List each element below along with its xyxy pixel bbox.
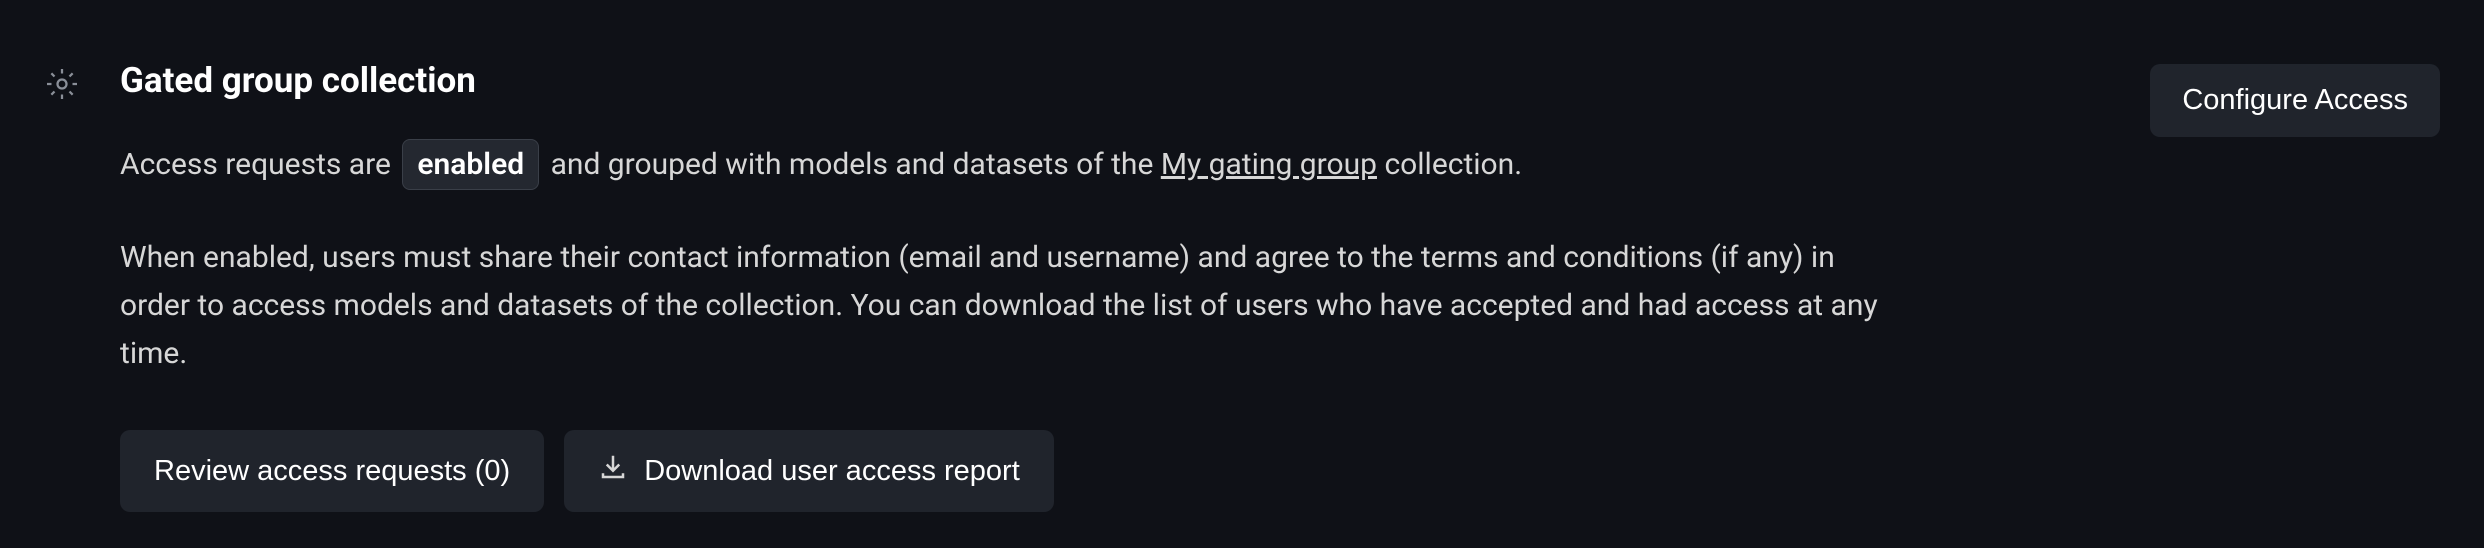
download-report-label: Download user access report [644,455,1020,488]
gating-group-link[interactable]: My gating group [1161,147,1377,182]
review-access-button[interactable]: Review access requests (0) [120,430,544,512]
page-title: Gated group collection [120,60,476,101]
gate-icon [44,87,80,106]
download-report-button[interactable]: Download user access report [564,430,1054,512]
status-mid: and grouped with models and datasets of … [551,147,1154,182]
header-row: Gated group collection [120,60,1880,101]
configure-access-button[interactable]: Configure Access [2150,64,2440,137]
review-access-label: Review access requests (0) [154,455,510,488]
description-text: When enabled, users must share their con… [120,234,1880,378]
configure-access-label: Configure Access [2182,84,2408,116]
gated-group-panel: Gated group collection Access requests a… [44,60,2440,512]
content-column: Gated group collection Access requests a… [120,60,1880,512]
gate-icon-col [44,60,80,512]
status-suffix: collection. [1384,147,1522,182]
button-row: Review access requests (0) Download user… [120,430,1880,512]
download-icon [598,452,628,490]
status-prefix: Access requests are [120,147,391,182]
status-badge: enabled [402,139,539,190]
status-line: Access requests are enabled and grouped … [120,139,1880,190]
